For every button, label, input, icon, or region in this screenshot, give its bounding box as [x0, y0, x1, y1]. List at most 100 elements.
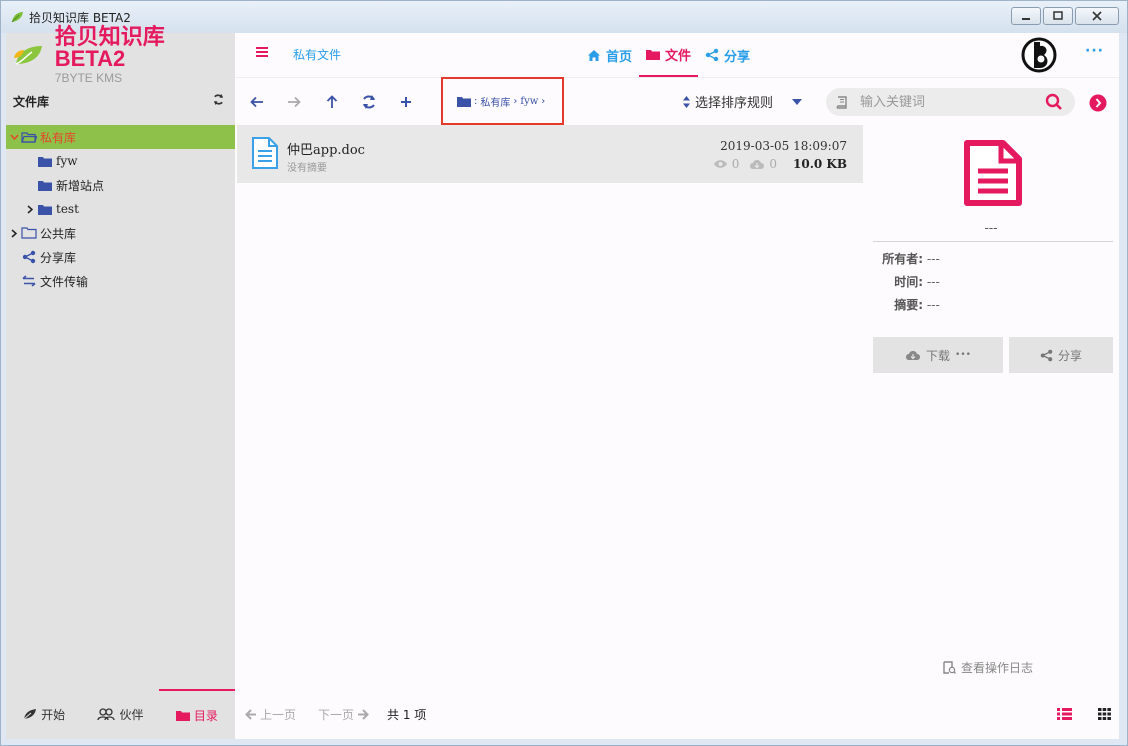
- app-window: 拾贝知识库 BETA2 拾贝知识库 BETA2 7BYTE KMS 文件库 私有…: [0, 0, 1128, 746]
- tree-item-label: test: [56, 202, 79, 216]
- share-button[interactable]: 分享: [1009, 337, 1113, 373]
- tree-item-new-site[interactable]: 新增站点: [6, 173, 235, 197]
- tree-item-fyw[interactable]: fyw: [6, 149, 235, 173]
- tab-share[interactable]: 分享: [698, 33, 757, 77]
- refresh-icon[interactable]: [359, 92, 379, 112]
- item-count: 共 1 项: [387, 707, 427, 722]
- tab-home[interactable]: 首页: [580, 33, 639, 77]
- top-header: 私有文件 首页 文件 分享 ···: [235, 33, 1119, 77]
- tab-partners[interactable]: 伙伴: [82, 689, 158, 739]
- breadcrumb-item-private[interactable]: 私有库: [480, 94, 510, 109]
- arrow-right-icon: [358, 708, 369, 720]
- more-menu-button[interactable]: ···: [1085, 43, 1104, 59]
- detail-owner: 所有者: ---: [863, 250, 1119, 267]
- section-title: 私有文件: [293, 48, 342, 62]
- share-icon: [705, 48, 719, 62]
- share-label: 分享: [1057, 348, 1082, 363]
- tab-files[interactable]: 文件: [639, 33, 699, 77]
- list-view-icon[interactable]: [1057, 708, 1072, 723]
- detail-time: 时间: ---: [863, 273, 1119, 290]
- maximize-button[interactable]: [1043, 7, 1073, 25]
- refresh-tree-icon[interactable]: [212, 93, 225, 110]
- cloud-download-icon: [906, 351, 921, 360]
- eye-icon: [713, 160, 727, 168]
- file-row[interactable]: 仲巴app.doc 没有摘要 2019-03-05 18:09:07 0 0 1…: [237, 125, 863, 183]
- tab-files-label: 文件: [665, 48, 692, 64]
- file-size: 10.0 KB: [793, 157, 847, 171]
- detail-divider: [873, 241, 1113, 242]
- search-input[interactable]: [860, 94, 1045, 110]
- grid-view-icon[interactable]: [1098, 708, 1111, 723]
- path-breadcrumb: : 私有库 › fyw ›: [441, 77, 564, 125]
- download-button[interactable]: 下载 •••: [873, 337, 1003, 373]
- tree-item-public[interactable]: 公共库: [6, 221, 235, 245]
- close-icon: [1092, 11, 1102, 21]
- tab-start[interactable]: 开始: [6, 689, 82, 739]
- share-icon: [20, 250, 38, 264]
- back-arrow-icon[interactable]: [247, 92, 267, 112]
- breadcrumb-item-fyw[interactable]: fyw: [520, 96, 538, 107]
- folder-icon: [457, 96, 471, 107]
- tree-item-label: 公共库: [40, 226, 77, 241]
- brand: 拾贝知识库 BETA2 7BYTE KMS: [6, 26, 235, 84]
- tree-item-label: fyw: [56, 154, 78, 168]
- user-avatar[interactable]: [1020, 37, 1058, 73]
- add-icon[interactable]: [396, 92, 416, 112]
- operation-log-label: 查看操作日志: [961, 661, 1034, 675]
- tree-item-private[interactable]: 私有库: [6, 125, 235, 149]
- next-page-button[interactable]: 下一页: [318, 706, 369, 723]
- document-icon: [251, 136, 279, 174]
- tab-directory[interactable]: 目录: [158, 689, 235, 739]
- time-label: 时间:: [894, 275, 923, 289]
- tree-item-label: 文件传输: [40, 274, 89, 289]
- maximize-icon: [1053, 11, 1063, 20]
- tab-share-label: 分享: [724, 49, 751, 65]
- folder-icon: [175, 710, 190, 721]
- detail-file-name: ---: [984, 221, 998, 235]
- folder-icon: [36, 180, 54, 191]
- forward-arrow-icon[interactable]: [284, 92, 304, 112]
- file-summary: 没有摘要: [287, 163, 327, 174]
- library-title: 文件库: [13, 94, 50, 109]
- cloud-download-icon: [750, 160, 765, 169]
- next-page-label: 下一页: [318, 707, 355, 722]
- tab-directory-label: 目录: [193, 708, 218, 723]
- download-more: •••: [955, 350, 971, 360]
- search-go-icon[interactable]: [1089, 94, 1107, 116]
- operation-log-link[interactable]: 查看操作日志: [943, 659, 1033, 676]
- search-icon[interactable]: [1045, 93, 1063, 115]
- tree-item-shared[interactable]: 分享库: [6, 245, 235, 269]
- minimize-button[interactable]: [1011, 7, 1041, 25]
- prev-page-label: 上一页: [260, 707, 297, 722]
- brand-name: 拾贝知识库 BETA2: [54, 24, 165, 71]
- prev-page-button[interactable]: 上一页: [245, 706, 296, 723]
- chevron-right-icon[interactable]: [24, 204, 36, 214]
- brand-subtitle: 7BYTE KMS: [54, 71, 123, 85]
- download-label: 下载: [926, 348, 951, 363]
- tree-item-label: 分享库: [40, 250, 77, 265]
- chevron-down-icon[interactable]: [8, 133, 20, 142]
- leaf-app-icon: [9, 9, 25, 25]
- search-box: [826, 88, 1075, 116]
- sort-icon: [683, 95, 690, 108]
- detail-summary: 摘要: ---: [863, 296, 1119, 313]
- tree-item-test[interactable]: test: [6, 197, 235, 221]
- file-time: 2019-03-05 18:09:07: [720, 139, 847, 153]
- hamburger-menu-icon[interactable]: [255, 45, 269, 63]
- owner-label: 所有者:: [882, 252, 923, 266]
- tree-item-transfer[interactable]: 文件传输: [6, 269, 235, 293]
- up-arrow-icon[interactable]: [322, 92, 342, 112]
- chevron-right-icon[interactable]: [8, 228, 20, 238]
- pagination-bar: 上一页 下一页 共 1 项: [235, 689, 1119, 739]
- tree-item-label: 新增站点: [56, 178, 105, 193]
- sort-select[interactable]: 选择排序规则: [682, 92, 803, 111]
- main-nav: 首页 文件 分享: [580, 33, 757, 77]
- chevron-right-icon: ›: [541, 95, 546, 107]
- leaf-icon: [23, 709, 37, 720]
- folder-open-icon: [20, 131, 38, 143]
- sort-label: 选择排序规则: [695, 96, 774, 111]
- tab-start-label: 开始: [41, 707, 66, 722]
- summary-label: 摘要:: [894, 298, 923, 312]
- close-window-button[interactable]: [1075, 7, 1119, 25]
- file-name[interactable]: 仲巴app.doc: [287, 139, 365, 158]
